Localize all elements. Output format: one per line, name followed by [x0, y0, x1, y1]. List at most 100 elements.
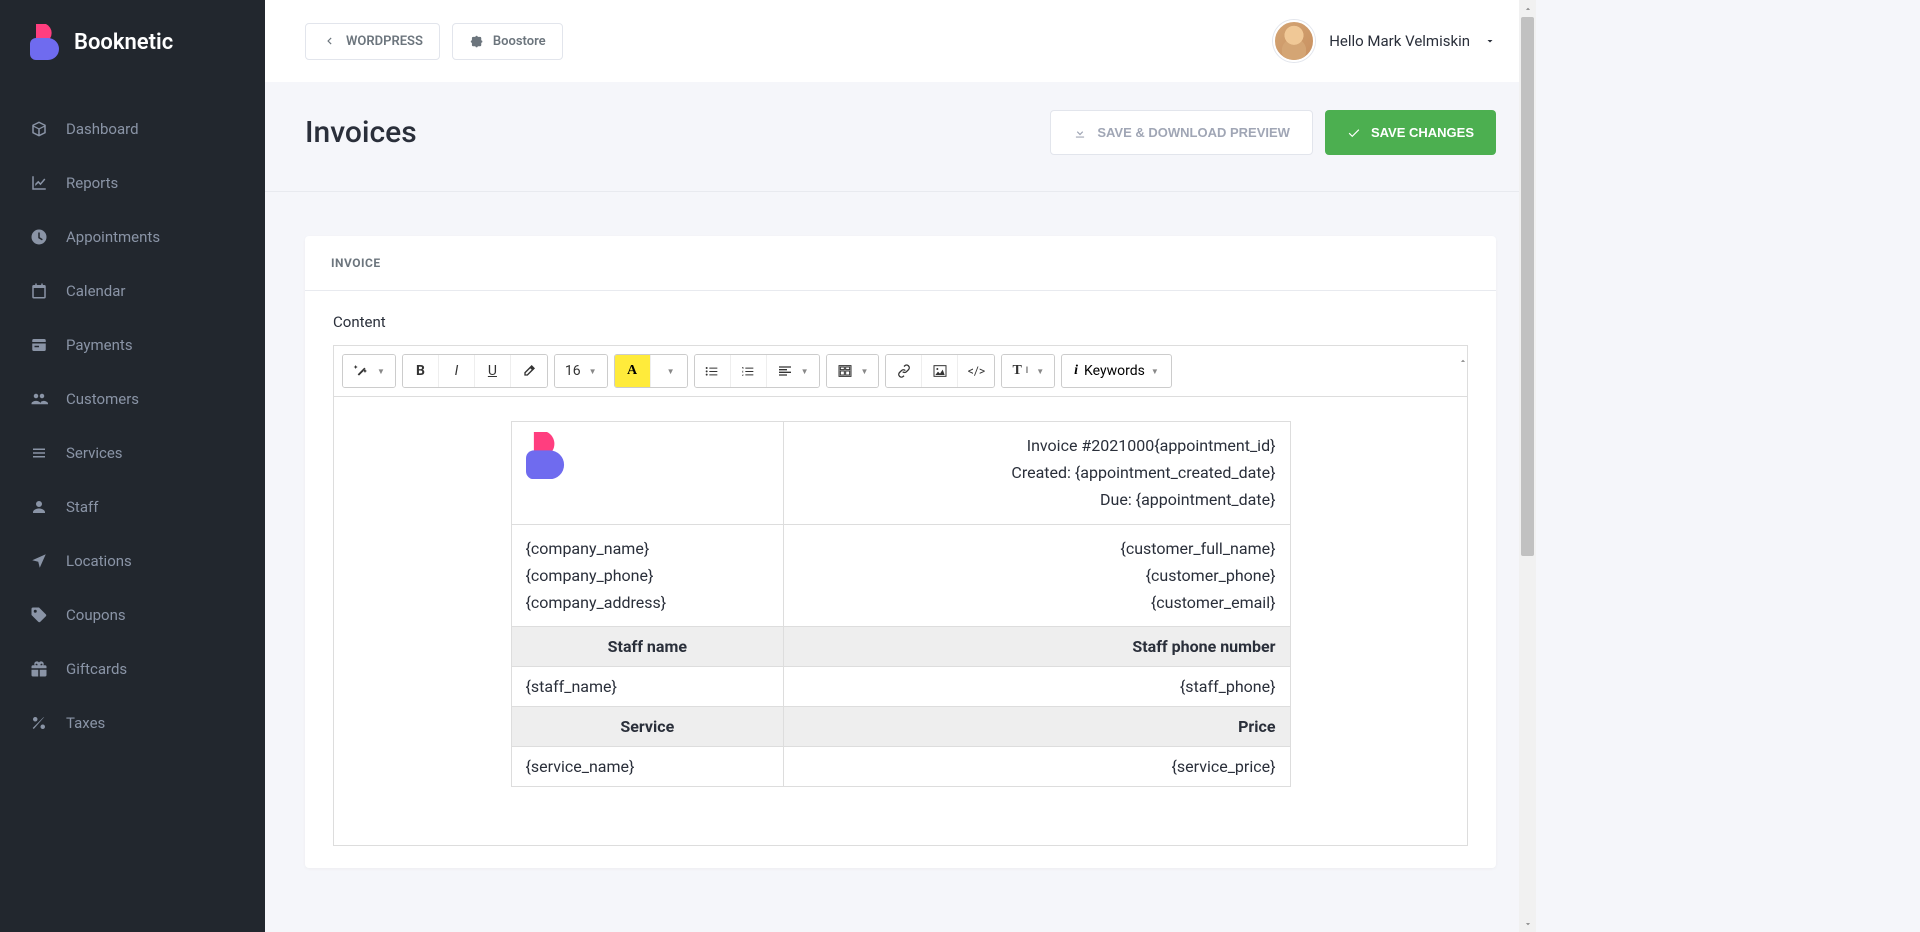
breadcrumb-boostore[interactable]: Boostore	[452, 23, 563, 60]
chevron-down-icon	[1484, 35, 1496, 47]
users-icon	[30, 390, 48, 408]
sidebar: Booknetic Dashboard Reports Appointments…	[0, 0, 265, 932]
invoice-logo-cell	[511, 422, 784, 525]
sidebar-item-reports[interactable]: Reports	[0, 156, 265, 210]
scroll-thumb[interactable]	[1521, 17, 1534, 556]
breadcrumb-wordpress[interactable]: WORDPRESS	[305, 23, 440, 60]
percent-icon	[30, 714, 48, 732]
price-header: Price	[784, 707, 1290, 747]
eraser-tool[interactable]	[511, 355, 547, 387]
bold-tool[interactable]: B	[403, 355, 439, 387]
content-label: Content	[333, 313, 1468, 331]
main: WORDPRESS Boostore Hello Mark Velmiskin …	[265, 0, 1536, 932]
list-icon	[30, 444, 48, 462]
magic-tool[interactable]: ▼	[343, 355, 395, 387]
breadcrumb-label: Boostore	[493, 34, 546, 49]
clock-icon	[30, 228, 48, 246]
staff-phone-cell: {staff_phone}	[784, 667, 1290, 707]
clear-format-tool[interactable]: TI ▼	[1002, 355, 1054, 387]
brand-logo[interactable]: Booknetic	[0, 0, 265, 84]
italic-tool[interactable]: I	[439, 355, 475, 387]
sidebar-item-label: Payments	[66, 336, 133, 354]
page-header: Invoices SAVE & DOWNLOAD PREVIEW SAVE CH…	[265, 82, 1536, 192]
font-size-tool[interactable]: 16 ▼	[555, 355, 607, 387]
mini-scroll-up-icon[interactable]	[1458, 351, 1468, 361]
avatar	[1273, 20, 1315, 62]
link-icon	[896, 363, 912, 379]
sidebar-item-payments[interactable]: Payments	[0, 318, 265, 372]
content: Invoices SAVE & DOWNLOAD PREVIEW SAVE CH…	[265, 82, 1536, 932]
scroll-track[interactable]	[1519, 17, 1536, 915]
sidebar-item-label: Calendar	[66, 282, 126, 300]
sidebar-item-calendar[interactable]: Calendar	[0, 264, 265, 318]
breadcrumbs: WORDPRESS Boostore	[305, 23, 563, 60]
box-icon	[30, 120, 48, 138]
sidebar-item-taxes[interactable]: Taxes	[0, 696, 265, 750]
sidebar-item-coupons[interactable]: Coupons	[0, 588, 265, 642]
calendar-icon	[30, 282, 48, 300]
invoice-meta: Invoice #2021000{appointment_id} Created…	[784, 422, 1290, 525]
save-download-preview-button[interactable]: SAVE & DOWNLOAD PREVIEW	[1050, 110, 1313, 155]
ordered-list-tool[interactable]	[731, 355, 767, 387]
underline-tool[interactable]: U	[475, 355, 511, 387]
sidebar-item-label: Customers	[66, 390, 139, 408]
sidebar-item-label: Appointments	[66, 228, 160, 246]
chevron-left-icon	[322, 34, 336, 48]
ol-icon	[740, 363, 756, 379]
gift-icon	[30, 660, 48, 678]
page-actions: SAVE & DOWNLOAD PREVIEW SAVE CHANGES	[1050, 110, 1496, 155]
info-icon: i	[1074, 363, 1078, 379]
chart-icon	[30, 174, 48, 192]
keywords-dropdown[interactable]: i Keywords ▼	[1061, 354, 1172, 388]
ul-icon	[704, 363, 720, 379]
user-icon	[30, 498, 48, 516]
sidebar-item-staff[interactable]: Staff	[0, 480, 265, 534]
font-color-tool[interactable]: A	[615, 355, 651, 387]
check-icon	[1347, 126, 1361, 140]
sidebar-item-customers[interactable]: Customers	[0, 372, 265, 426]
link-tool[interactable]	[886, 355, 922, 387]
align-icon	[777, 363, 793, 379]
font-color-dropdown[interactable]: ▼	[651, 355, 687, 387]
table-tool[interactable]: ▼	[827, 355, 879, 387]
code-tool[interactable]: </>	[958, 355, 994, 387]
user-greeting: Hello Mark Velmiskin	[1329, 32, 1470, 50]
editor-toolbar: ▼ B I U 16	[333, 345, 1468, 396]
save-changes-button[interactable]: SAVE CHANGES	[1325, 110, 1496, 155]
editor-panel: INVOICE Content ▼ B I	[305, 236, 1496, 868]
invoice-logo-icon	[526, 432, 568, 480]
user-menu[interactable]: Hello Mark Velmiskin	[1273, 20, 1496, 62]
sidebar-item-label: Dashboard	[66, 120, 139, 138]
panel-tab-invoice[interactable]: INVOICE	[305, 236, 1496, 291]
eraser-icon	[521, 363, 537, 379]
magic-wand-icon	[353, 363, 369, 379]
table-icon	[837, 363, 853, 379]
staff-phone-header: Staff phone number	[784, 627, 1290, 667]
brand-mark-icon	[30, 24, 62, 60]
editor-canvas[interactable]: Invoice #2021000{appointment_id} Created…	[333, 396, 1468, 846]
sidebar-item-locations[interactable]: Locations	[0, 534, 265, 588]
invoice-document: Invoice #2021000{appointment_id} Created…	[511, 421, 1291, 821]
scroll-down-icon[interactable]	[1519, 915, 1536, 932]
invoice-customer-cell: {customer_full_name} {customer_phone} {c…	[784, 524, 1290, 627]
service-price-cell: {service_price}	[784, 747, 1290, 787]
sidebar-item-giftcards[interactable]: Giftcards	[0, 642, 265, 696]
sidebar-item-dashboard[interactable]: Dashboard	[0, 102, 265, 156]
topbar: WORDPRESS Boostore Hello Mark Velmiskin	[265, 0, 1536, 82]
sidebar-item-label: Taxes	[66, 714, 105, 732]
service-name-cell: {service_name}	[511, 747, 784, 787]
scroll-up-icon[interactable]	[1519, 0, 1536, 17]
tag-icon	[30, 606, 48, 624]
sidebar-item-appointments[interactable]: Appointments	[0, 210, 265, 264]
page-title: Invoices	[305, 115, 417, 150]
sidebar-item-label: Locations	[66, 552, 132, 570]
align-tool[interactable]: ▼	[767, 355, 819, 387]
sidebar-item-label: Services	[66, 444, 123, 462]
image-tool[interactable]	[922, 355, 958, 387]
sidebar-item-services[interactable]: Services	[0, 426, 265, 480]
sidebar-item-label: Giftcards	[66, 660, 127, 678]
invoice-company-cell: {company_name} {company_phone} {company_…	[511, 524, 784, 627]
sidebar-item-label: Staff	[66, 498, 98, 516]
unordered-list-tool[interactable]	[695, 355, 731, 387]
browser-scrollbar[interactable]	[1519, 0, 1536, 932]
